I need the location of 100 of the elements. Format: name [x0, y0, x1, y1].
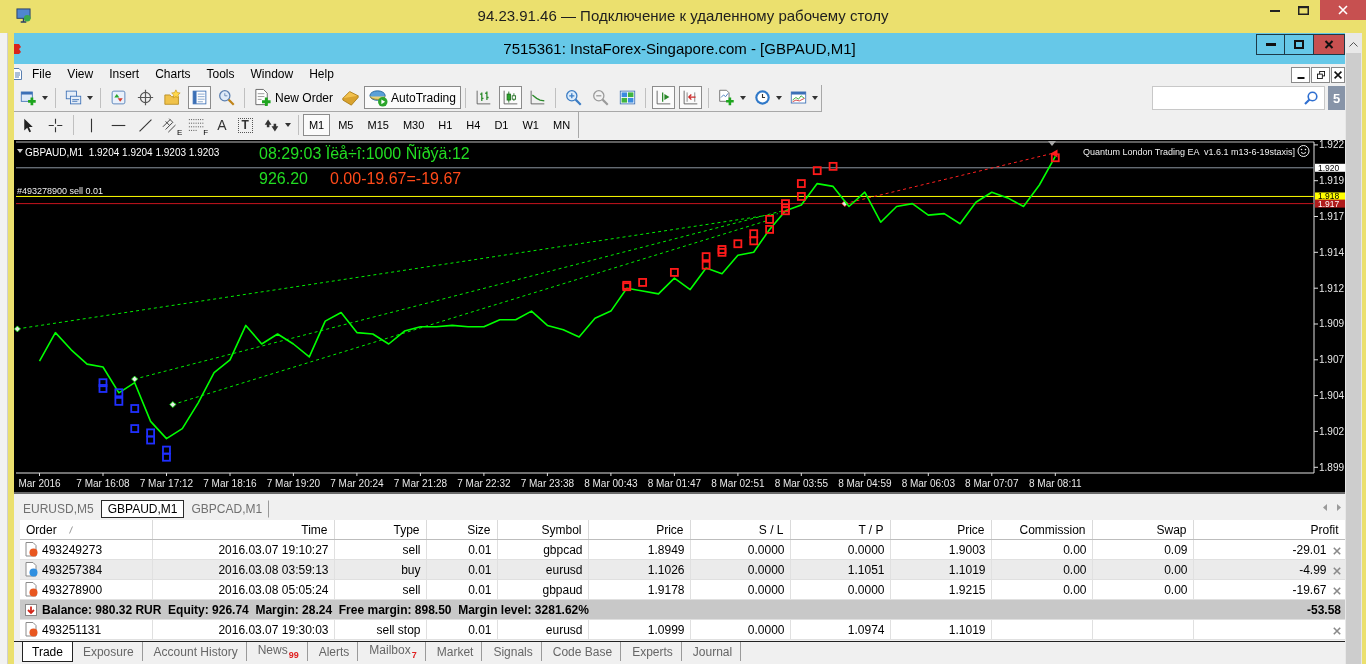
- table-cell: 0.00: [991, 579, 1092, 600]
- column-header[interactable]: Order: [20, 520, 152, 540]
- window-title: 7515361: InstaForex-Singapore.com - [GBPAUD,M1]: [503, 39, 856, 59]
- time-label: 8 Mar 00:43: [584, 478, 638, 489]
- search-field[interactable]: [1152, 86, 1325, 110]
- chart-tab[interactable]: GBPAUD,M1: [100, 500, 185, 518]
- table-cell: 0.0000: [690, 559, 790, 580]
- price-label: 1.914: [1319, 246, 1345, 258]
- terminal-tab[interactable]: Account History: [143, 642, 248, 662]
- timeframe-button[interactable]: M15: [361, 114, 395, 136]
- price-label: 1.902: [1319, 425, 1345, 437]
- minimize-button[interactable]: [1291, 67, 1310, 83]
- autotrading-button[interactable]: AutoTrading: [364, 86, 461, 109]
- terminal-tab[interactable]: Journal: [682, 642, 743, 662]
- close-icon[interactable]: [1332, 626, 1341, 635]
- menu-item[interactable]: View: [59, 65, 102, 83]
- fibonacci-tool[interactable]: F: [186, 113, 211, 137]
- account-summary: Balance: 980.32 RUR Equity: 926.74 Margin: 28.24 Free margin: 898.50 Margin level: 3281.62%: [42, 602, 589, 617]
- column-header[interactable]: Commission: [991, 520, 1092, 540]
- maximize-icon[interactable]: [1298, 5, 1309, 15]
- menu-item[interactable]: Help: [301, 65, 342, 83]
- table-cell: 2016.03.08 05:05:24: [152, 579, 334, 600]
- column-header[interactable]: T / P: [790, 520, 890, 540]
- price-label: 1.899: [1319, 461, 1345, 473]
- table-cell: 1.1019: [890, 619, 991, 640]
- terminal-tab[interactable]: Code Base: [542, 642, 623, 662]
- table-cell: 0.01: [426, 559, 497, 580]
- table-cell: 2016.03.07 19:30:03: [152, 619, 334, 640]
- caret-icon[interactable]: [42, 95, 48, 100]
- caret-icon[interactable]: [87, 95, 93, 100]
- terminal-tab[interactable]: Alerts: [308, 642, 360, 662]
- menu-item[interactable]: File: [24, 65, 60, 83]
- close-button[interactable]: [1331, 67, 1345, 83]
- timeframe-button[interactable]: M30: [396, 114, 431, 136]
- timeframe-button[interactable]: H4: [460, 114, 487, 136]
- text-label-tool[interactable]: T: [237, 117, 253, 133]
- table-cell: sell: [334, 579, 426, 600]
- timeframe-button[interactable]: H1: [432, 114, 459, 136]
- document-icon[interactable]: [14, 68, 22, 80]
- close-icon[interactable]: [1332, 546, 1341, 555]
- table-row[interactable]: 493249273 2016.03.07 19:10:27 sell 0.01 gbpcad 1.8949 0.0000 0.0000 1.9003 0.00 0.09 -29.01: [20, 539, 1345, 560]
- terminal-tab[interactable]: Exposure: [72, 642, 144, 662]
- timeframe-button[interactable]: D1: [488, 114, 515, 136]
- down-arrow-icon[interactable]: [25, 603, 37, 616]
- column-header[interactable]: Price: [588, 520, 690, 540]
- table-row[interactable]: 493278900 2016.03.08 05:05:24 sell 0.01 gbpaud 1.9178 0.0000 0.0000 1.9215 0.00 0.00 -19.67: [20, 579, 1345, 600]
- column-header[interactable]: Size: [426, 520, 497, 540]
- scroll-up-icon[interactable]: [1349, 42, 1358, 47]
- terminal-tab[interactable]: Signals: [483, 642, 543, 662]
- table-cell: 1.9215: [890, 579, 991, 600]
- price-tag: 1.920: [1315, 162, 1345, 173]
- table-row[interactable]: 493251131 2016.03.07 19:30:03 sell stop 0.01 eurusd 1.0999 0.0000 1.0974 1.1019: [20, 619, 1345, 640]
- table-cell: 0.01: [426, 539, 497, 560]
- search-icon[interactable]: [1304, 91, 1318, 105]
- profit-value: -19.67: [1292, 582, 1327, 597]
- close-icon[interactable]: [1332, 586, 1341, 595]
- table-cell: 0.00: [1092, 559, 1193, 580]
- order-number: 493278900: [42, 583, 103, 597]
- column-header[interactable]: S / L: [690, 520, 790, 540]
- order-number: 493249273: [42, 543, 103, 557]
- timeframe-button[interactable]: W1: [516, 114, 545, 136]
- terminal-tab[interactable]: Trade: [22, 642, 73, 662]
- triangle-icon[interactable]: [17, 149, 23, 153]
- chart-tab[interactable]: EURUSD,M5: [16, 500, 101, 518]
- caret-icon[interactable]: [775, 95, 782, 100]
- column-header[interactable]: Type: [334, 520, 426, 540]
- price-label: 1.904: [1319, 390, 1345, 402]
- terminal-tab[interactable]: Mailbox$_{7}$: [359, 642, 427, 662]
- profit-value: -4.99: [1299, 562, 1327, 577]
- list-window-icon[interactable]: [188, 86, 211, 109]
- candlestick-icon[interactable]: [498, 86, 522, 109]
- scroll-left-icon[interactable]: [1323, 504, 1327, 511]
- minimize-button[interactable]: [1256, 34, 1285, 55]
- column-header[interactable]: Swap: [1092, 520, 1193, 540]
- caret-icon[interactable]: [739, 95, 746, 100]
- menu-item[interactable]: Charts: [147, 65, 199, 83]
- time-label: 8 Mar 08:11: [1029, 478, 1082, 489]
- caret-icon[interactable]: [811, 95, 818, 100]
- terminal-tab[interactable]: Market: [426, 642, 484, 662]
- text-tool[interactable]: A: [211, 113, 233, 137]
- menu-item[interactable]: Tools: [198, 65, 243, 83]
- menu-item[interactable]: Insert: [101, 65, 148, 83]
- caret-icon[interactable]: [284, 123, 291, 127]
- price-label: 1.907: [1319, 354, 1345, 366]
- scroll-right-icon[interactable]: [1337, 504, 1341, 511]
- column-header[interactable]: Price: [890, 520, 991, 540]
- new-order-button[interactable]: New Order: [249, 86, 337, 109]
- timeframe-button[interactable]: MN: [547, 114, 577, 136]
- menu-item[interactable]: Window: [242, 65, 302, 83]
- channel-tool[interactable]: E: [160, 113, 185, 137]
- timeframe-button[interactable]: M1: [302, 114, 331, 136]
- maximize-button[interactable]: [1285, 34, 1314, 55]
- restore-button[interactable]: [1311, 67, 1330, 83]
- timeframe-button[interactable]: M5: [332, 114, 360, 136]
- column-header[interactable]: Time: [152, 520, 334, 540]
- column-header[interactable]: Symbol: [497, 520, 588, 540]
- table-cell: 1.0974: [790, 619, 890, 640]
- terminal-tab[interactable]: Experts: [622, 642, 683, 662]
- close-icon[interactable]: [1332, 566, 1341, 575]
- terminal-tab[interactable]: News$_{99}$: [247, 642, 309, 662]
